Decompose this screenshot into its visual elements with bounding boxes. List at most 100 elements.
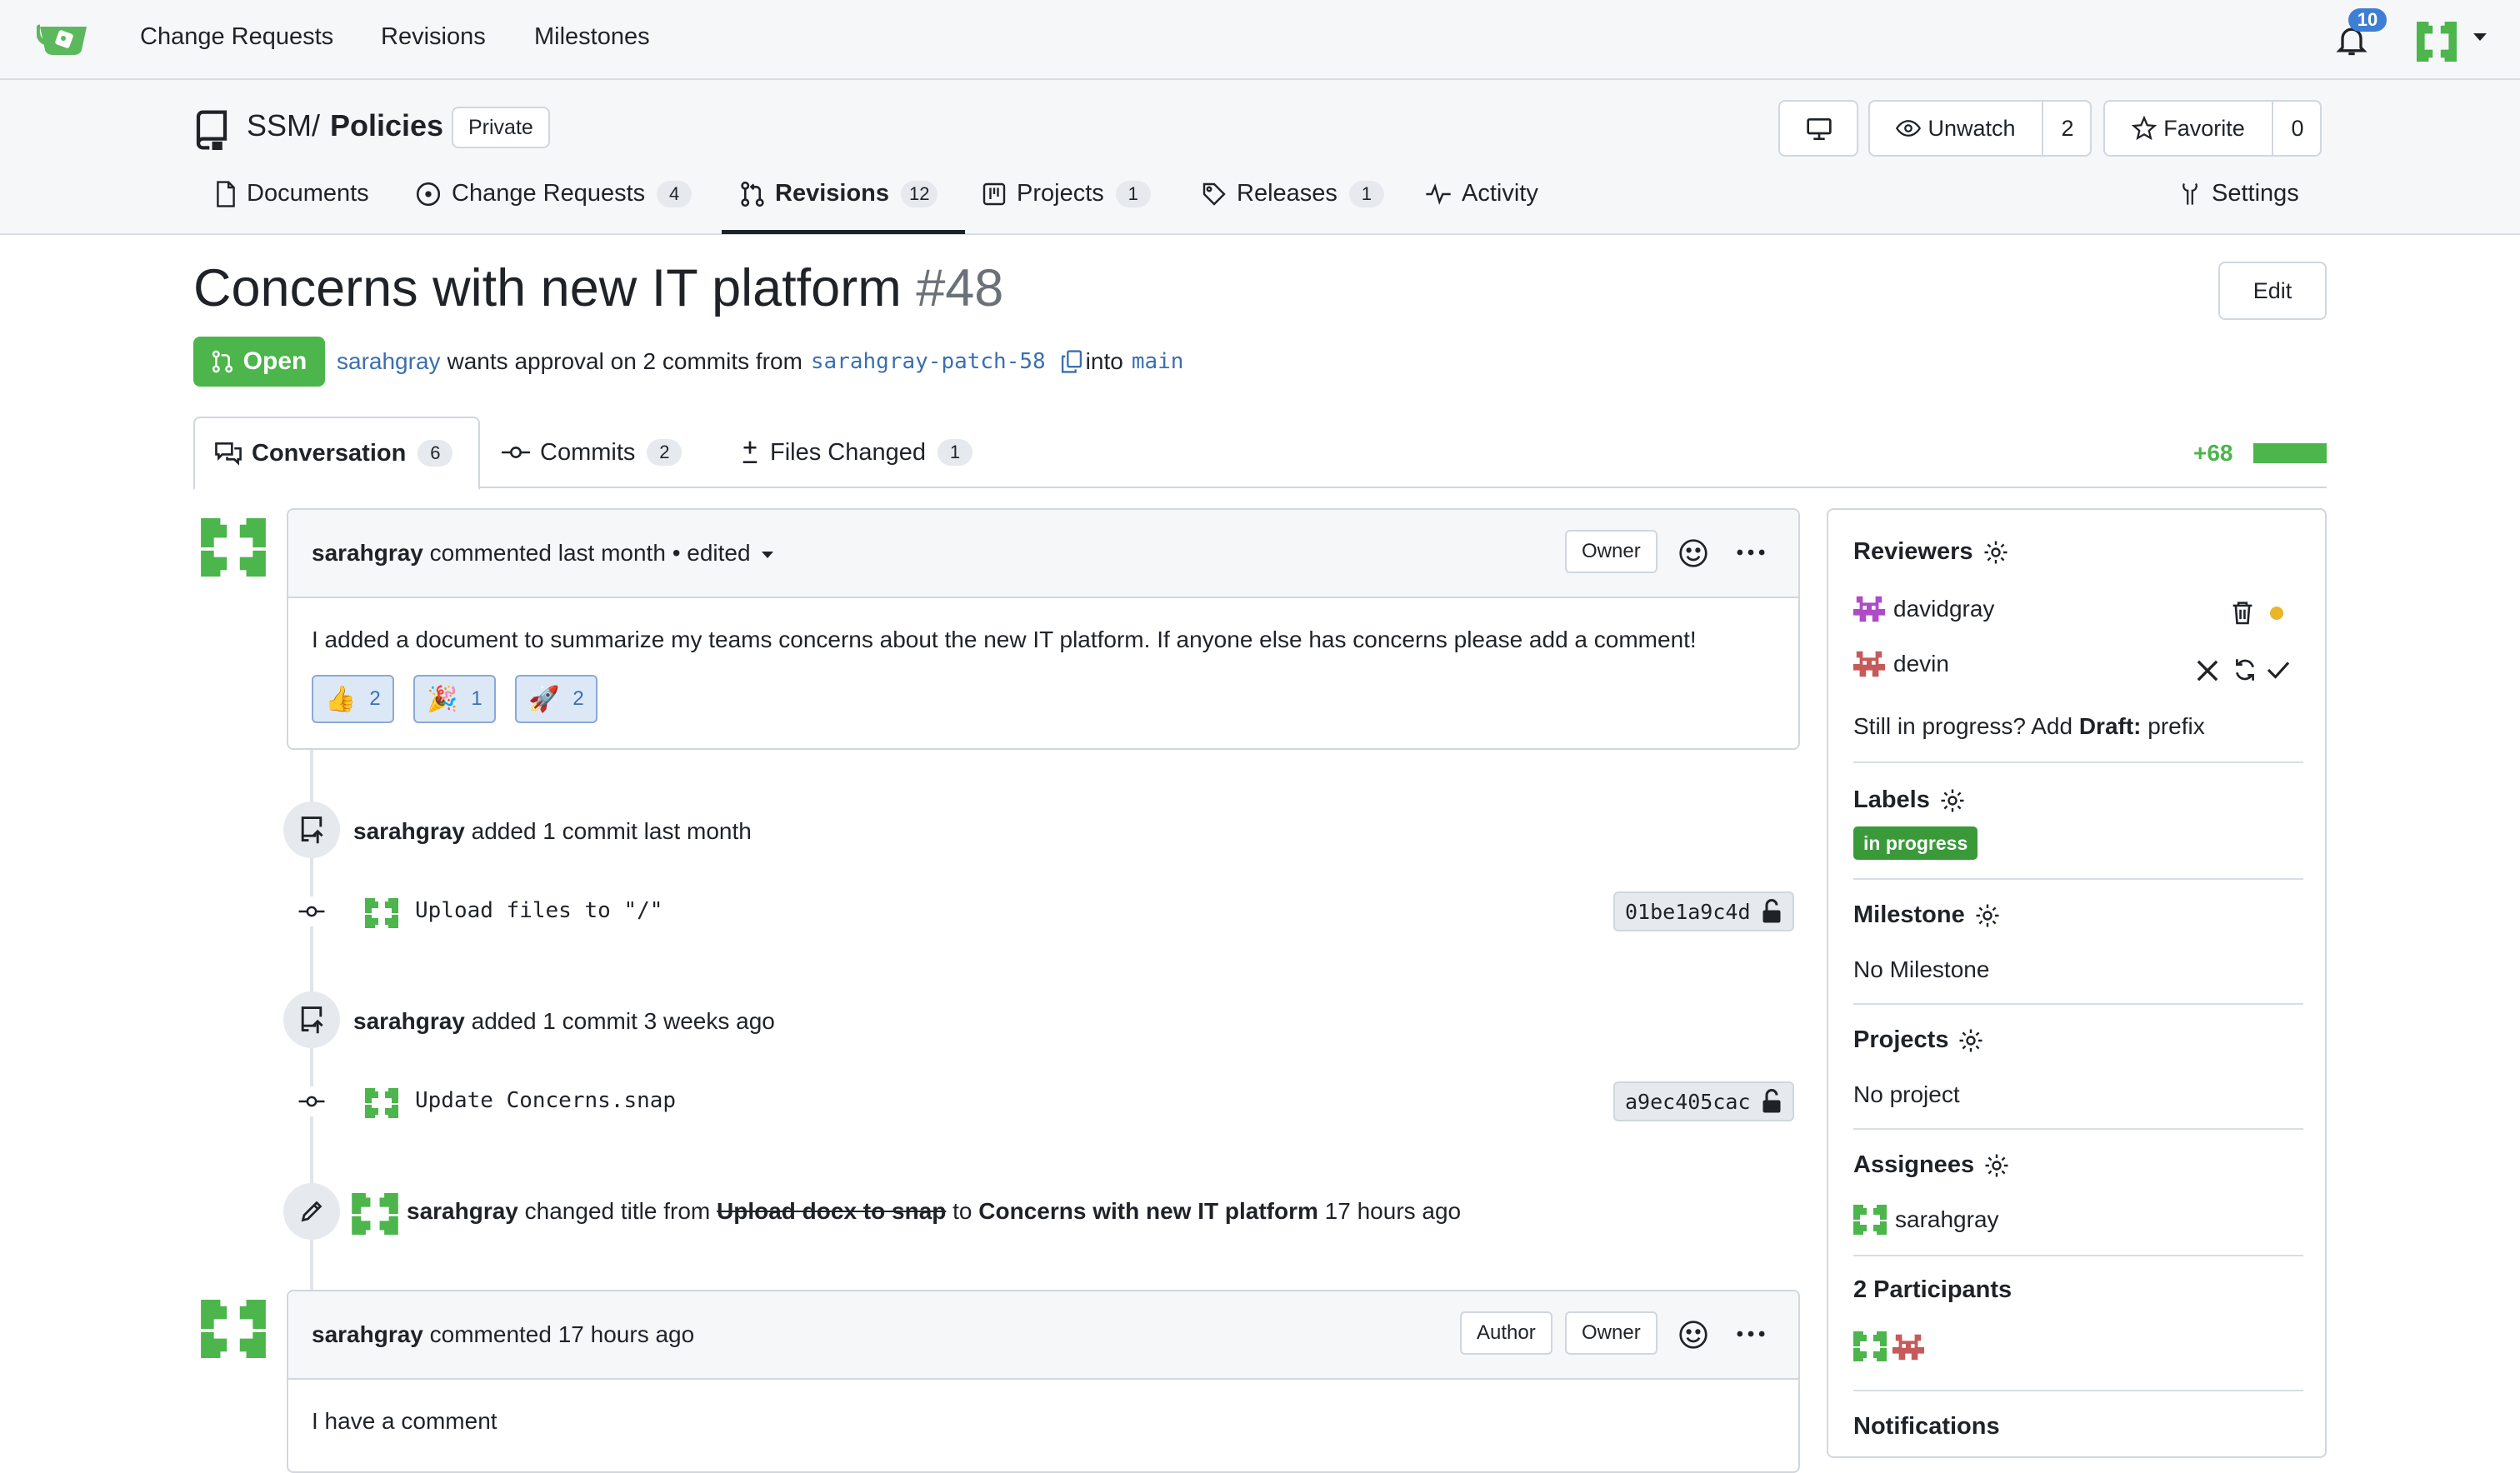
tab-settings-label: Settings [2212, 180, 2299, 207]
tab-change-requests[interactable]: Change Requests 4 [415, 180, 692, 207]
tab-commits[interactable]: Commits 2 [482, 417, 702, 488]
base-branch-link[interactable]: main [1132, 349, 1184, 374]
avatar[interactable] [1892, 1331, 1925, 1363]
rename-event-text: sarahgray changed title from Upload docx… [407, 1198, 1461, 1225]
app-logo-icon[interactable] [37, 18, 90, 60]
desktop-open-button[interactable] [1778, 100, 1858, 157]
label-badge[interactable]: in progress [1853, 826, 1978, 860]
head-branch-link[interactable]: sarahgray-patch-58 [811, 349, 1046, 374]
reaction-tada[interactable]: 🎉 1 [413, 675, 496, 723]
old-title: Upload docx to snap [717, 1198, 947, 1224]
milestone-heading[interactable]: Milestone [1853, 901, 2000, 929]
edited-dropdown[interactable]: • edited [672, 540, 751, 566]
reviewer-name[interactable]: devin [1893, 651, 1949, 677]
event-author-link[interactable]: sarahgray [353, 818, 465, 844]
role-badge-author: Author [1460, 1311, 1552, 1355]
chevron-down-icon[interactable] [762, 551, 774, 558]
tab-projects[interactable]: Projects 1 [982, 180, 1151, 207]
pull-request-icon [212, 350, 232, 373]
projects-value: No project [1853, 1081, 1960, 1107]
tab-documents[interactable]: Documents [215, 180, 369, 207]
comment-meta: sarahgray commented 17 hours ago [312, 1321, 694, 1348]
gear-icon[interactable] [1958, 1028, 1983, 1053]
close-icon[interactable] [2197, 660, 2218, 682]
smiley-icon[interactable] [1678, 1320, 1708, 1350]
event-connector: to [952, 1198, 972, 1224]
comment-author-link[interactable]: sarahgray [312, 1321, 423, 1347]
kebab-menu-icon[interactable] [1735, 1328, 1767, 1340]
pr-title-text: Concerns with new IT platform [193, 259, 902, 317]
gear-icon[interactable] [1983, 540, 2008, 565]
favorite-button[interactable]: Favorite [2105, 102, 2272, 155]
avatar [352, 1193, 398, 1235]
comment-author-link[interactable]: sarahgray [312, 540, 423, 566]
tab-releases[interactable]: Releases 1 [1202, 180, 1384, 207]
nav-milestones[interactable]: Milestones [534, 23, 650, 51]
project-board-icon [982, 182, 1006, 205]
repo-owner-link[interactable]: SSM [247, 108, 312, 143]
star-icon [2132, 116, 2158, 141]
milestone-value: No Milestone [1853, 956, 1990, 982]
tab-conversation-count: 6 [418, 440, 453, 467]
avatar[interactable] [1853, 593, 1885, 625]
watchers-count[interactable]: 2 [2042, 102, 2092, 155]
pulse-icon [1426, 182, 1451, 205]
assignees-heading[interactable]: Assignees [1853, 1151, 2009, 1179]
role-badge-owner: Owner [1565, 1311, 1658, 1355]
check-icon[interactable] [2267, 660, 2290, 680]
commit-sha-button[interactable]: a9ec405cac [1613, 1081, 1794, 1121]
trash-icon[interactable] [2232, 600, 2253, 625]
labels-heading[interactable]: Labels [1853, 786, 1965, 814]
favorites-count[interactable]: 0 [2272, 102, 2322, 155]
page-title: Concerns with new IT platform #48 [193, 258, 1003, 318]
gear-icon[interactable] [1984, 1153, 2009, 1178]
repo-name-link[interactable]: Policies [330, 108, 443, 143]
reaction-thumbs-up[interactable]: 👍 2 [312, 675, 394, 723]
comment-time: commented last month [429, 540, 666, 566]
pr-author-link[interactable]: sarahgray [337, 348, 441, 375]
avatar[interactable] [200, 1300, 267, 1358]
draft-hint: Still in progress? Add Draft: prefix [1853, 713, 2205, 740]
comment-header: sarahgray commented 17 hours ago Author … [288, 1291, 1798, 1380]
watch-button-group: Unwatch 2 [1868, 100, 2092, 157]
avatar[interactable] [1853, 1205, 1887, 1235]
tab-files-changed[interactable]: Files Changed 1 [720, 417, 992, 488]
pencil-icon [301, 1201, 322, 1222]
user-menu-caret-icon[interactable] [2473, 33, 2487, 41]
event-author-link[interactable]: sarahgray [353, 1008, 465, 1034]
issue-circle-icon [416, 182, 441, 206]
commit-message-link[interactable]: Upload files to "/" [415, 898, 662, 923]
commit-sha-button[interactable]: 01be1a9c4d [1613, 891, 1794, 931]
draft-prefix: Draft: [2078, 713, 2142, 739]
smiley-icon[interactable] [1678, 538, 1708, 568]
unwatch-button[interactable]: Unwatch [1870, 102, 2042, 155]
gear-icon[interactable] [1975, 903, 2000, 928]
reviewers-heading[interactable]: Reviewers [1853, 538, 2008, 566]
tab-conversation[interactable]: Conversation 6 [193, 417, 480, 490]
tab-projects-count: 1 [1115, 180, 1151, 207]
reaction-rocket[interactable]: 🚀 2 [515, 675, 598, 723]
notification-count-badge: 10 [2348, 8, 2387, 32]
nav-revisions[interactable]: Revisions [381, 23, 486, 51]
reviewer-name[interactable]: davidgray [1893, 596, 1994, 622]
avatar[interactable] [200, 518, 267, 577]
copy-icon[interactable] [1061, 350, 1082, 373]
commit-message-link[interactable]: Update Concerns.snap [415, 1088, 676, 1113]
edit-title-button[interactable]: Edit [2218, 262, 2327, 320]
refresh-icon[interactable] [2232, 657, 2258, 683]
event-author-link[interactable]: sarahgray [407, 1198, 518, 1224]
avatar[interactable] [1853, 648, 1885, 680]
commit-sha: a9ec405cac [1625, 1089, 1751, 1114]
notifications-heading: Notifications [1853, 1413, 2000, 1441]
gear-icon[interactable] [1940, 788, 1965, 813]
nav-change-requests[interactable]: Change Requests [140, 23, 333, 51]
projects-heading[interactable]: Projects [1853, 1026, 1983, 1054]
user-avatar[interactable] [2415, 22, 2458, 62]
tab-revisions[interactable]: Revisions 12 [740, 180, 938, 207]
tab-activity[interactable]: Activity [1425, 180, 1538, 207]
tab-settings[interactable]: Settings [2178, 180, 2299, 207]
avatar[interactable] [1853, 1331, 1887, 1361]
assignee-name[interactable]: sarahgray [1895, 1206, 1999, 1233]
kebab-menu-icon[interactable] [1735, 547, 1767, 558]
push-event-badge [283, 801, 340, 858]
